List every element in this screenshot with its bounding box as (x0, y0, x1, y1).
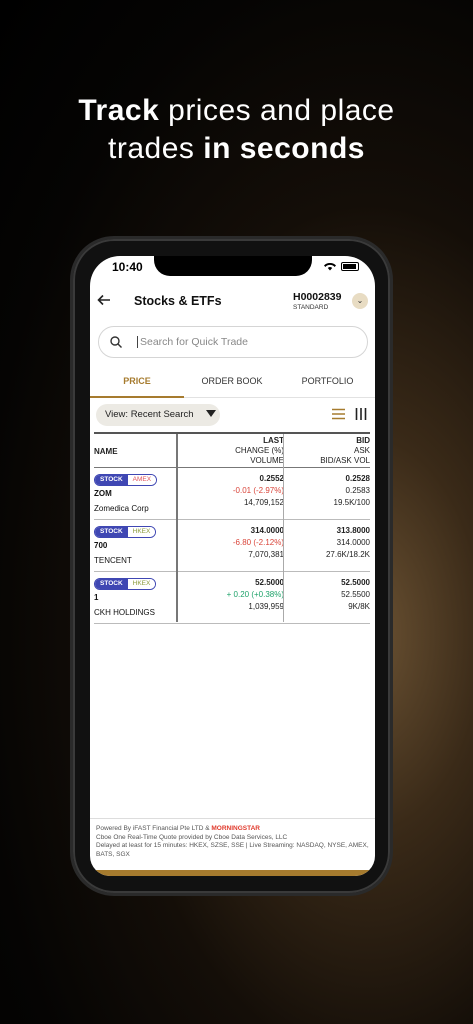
powered-by-text: Powered By iFAST Financial Pte LTD & (96, 825, 210, 832)
header-volume: VOLUME (250, 456, 284, 465)
ask-price: 52.5500 (341, 590, 370, 599)
header-bidask-vol: BID/ASK VOL (320, 456, 370, 465)
header-change: CHANGE (%) (235, 446, 284, 455)
exchange-badge: AMEX (127, 475, 157, 485)
back-arrow-icon[interactable] (96, 292, 112, 308)
symbol: 700 (94, 541, 108, 550)
account-type: STANDARD (293, 304, 329, 311)
header-bid: BID (356, 436, 370, 445)
page-title: Stocks & ETFs (134, 294, 222, 308)
bottom-accent-strip (90, 870, 375, 876)
search-input[interactable]: Search for Quick Trade (98, 326, 368, 358)
ask-price: 314.0000 (336, 538, 370, 547)
quote-table: NAME LAST CHANGE (%) VOLUME BID ASK BID/… (94, 432, 370, 624)
price-change: + 0.20 (+0.38%) (226, 590, 284, 599)
footer-disclaimer: Powered By iFAST Financial Pte LTD & MOR… (90, 818, 375, 859)
security-name: Zomedica Corp (94, 504, 149, 513)
table-header: NAME LAST CHANGE (%) VOLUME BID ASK BID/… (94, 432, 370, 468)
bid-price: 0.2528 (345, 474, 370, 483)
caret-down-icon (206, 410, 216, 417)
exchange-badge: HKEX (127, 579, 156, 589)
security-badge: STOCK AMEX (94, 474, 158, 486)
volume: 1,039,959 (248, 602, 284, 611)
morningstar-logo: MORNINGSTAR (211, 825, 261, 832)
tab-price[interactable]: PRICE (90, 376, 184, 386)
headline-bold-1: Track (78, 94, 160, 127)
volume: 14,709,152 (243, 498, 284, 507)
quote-provider-text: Cboe One Real-Time Quote provided by Cbo… (96, 833, 288, 841)
column-divider (283, 434, 284, 622)
exchange-badge: HKEX (127, 527, 156, 537)
last-price: 0.2552 (259, 474, 284, 483)
search-placeholder: Search for Quick Trade (137, 336, 248, 348)
bid-price: 52.5000 (341, 578, 370, 587)
volume: 7,070,381 (248, 550, 284, 559)
column-view-icon[interactable] (355, 408, 367, 420)
delay-notice-text: Delayed at least for 15 minutes: HKEX, S… (96, 842, 369, 858)
tab-order-book[interactable]: ORDER BOOK (184, 376, 280, 386)
security-badge: STOCK HKEX (94, 526, 157, 538)
bid-ask-volume: 19.5K/100 (333, 498, 370, 507)
bid-ask-volume: 9K/8K (348, 602, 370, 611)
active-tab-indicator (90, 396, 184, 398)
view-dropdown-label: View: Recent Search (105, 409, 194, 420)
account-id: H0002839 (293, 291, 342, 303)
notch (154, 256, 312, 276)
tab-portfolio[interactable]: PORTFOLIO (280, 376, 375, 386)
bid-ask-volume: 27.6K/18.2K (325, 550, 370, 559)
table-row[interactable]: STOCK HKEX 700 TENCENT 314.0000 -6.80 (-… (94, 520, 370, 572)
type-badge: STOCK (95, 475, 128, 485)
tab-bar: PRICE ORDER BOOK PORTFOLIO (90, 368, 375, 398)
battery-icon (341, 261, 359, 271)
app-screen: 10:40 Stocks & ETFs H0002839 STANDARD ⌄ … (90, 256, 375, 876)
search-icon (110, 336, 122, 348)
table-row[interactable]: STOCK AMEX ZOM Zomedica Corp 0.2552 -0.0… (94, 468, 370, 520)
wifi-icon (324, 262, 336, 271)
ask-price: 0.2583 (345, 486, 370, 495)
headline-bold-2: in seconds (203, 132, 365, 165)
type-badge: STOCK (95, 579, 128, 589)
header-name: NAME (94, 447, 118, 456)
headline-text-1: prices and place (159, 94, 395, 127)
column-divider (176, 434, 178, 622)
app-bar: Stocks & ETFs H0002839 STANDARD (90, 288, 375, 322)
headline-text-2: trades (108, 132, 204, 165)
security-badge: STOCK HKEX (94, 578, 157, 590)
symbol: ZOM (94, 489, 112, 498)
last-price: 52.5000 (255, 578, 284, 587)
security-name: CKH HOLDINGS (94, 608, 155, 617)
security-name: TENCENT (94, 556, 132, 565)
symbol: 1 (94, 593, 99, 602)
chevron-down-icon[interactable]: ⌄ (352, 293, 368, 309)
table-row[interactable]: STOCK HKEX 1 CKH HOLDINGS 52.5000 + 0.20… (94, 572, 370, 624)
view-dropdown[interactable]: View: Recent Search (96, 404, 220, 426)
bid-price: 313.8000 (336, 526, 370, 535)
account-selector[interactable]: H0002839 STANDARD (293, 291, 341, 311)
price-change: -0.01 (-2.97%) (232, 486, 284, 495)
header-last: LAST (263, 436, 284, 445)
status-time: 10:40 (112, 260, 143, 274)
type-badge: STOCK (95, 527, 128, 537)
header-ask: ASK (353, 446, 370, 455)
promo-headline: Track prices and place trades in seconds (0, 92, 473, 168)
last-price: 314.0000 (250, 526, 284, 535)
list-view-icon[interactable] (332, 408, 345, 420)
price-change: -6.80 (-2.12%) (232, 538, 284, 547)
